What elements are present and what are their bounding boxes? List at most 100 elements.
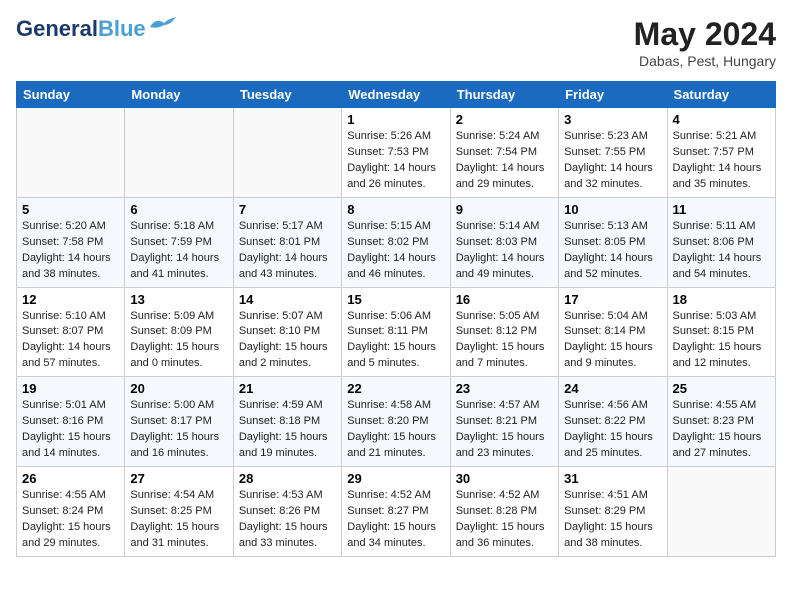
day-info: Sunrise: 4:55 AM Sunset: 8:24 PM Dayligh… (22, 488, 119, 552)
day-info: Sunrise: 4:51 AM Sunset: 8:29 PM Dayligh… (564, 488, 661, 552)
day-info: Sunrise: 4:54 AM Sunset: 8:25 PM Dayligh… (130, 488, 227, 552)
calendar-table: SundayMondayTuesdayWednesdayThursdayFrid… (16, 81, 776, 557)
day-number: 21 (239, 381, 336, 396)
day-number: 11 (673, 202, 770, 217)
calendar-cell: 17 Sunrise: 5:04 AM Sunset: 8:14 PM Dayli… (559, 287, 667, 377)
logo-blue: Blue (98, 16, 146, 42)
calendar-cell: 30 Sunrise: 4:52 AM Sunset: 8:28 PM Dayli… (450, 467, 558, 557)
calendar-cell: 8Sunrise: 5:15 AM Sunset: 8:02 PM Daylig… (342, 197, 450, 287)
calendar-cell (233, 108, 341, 198)
day-info: Sunrise: 5:26 AM Sunset: 7:53 PM Dayligh… (347, 129, 444, 193)
day-info: Sunrise: 5:23 AM Sunset: 7:55 PM Dayligh… (564, 129, 661, 193)
day-number: 14 (239, 292, 336, 307)
day-number: 15 (347, 292, 444, 307)
calendar-cell: 7 Sunrise: 5:17 AM Sunset: 8:01 PM Daylig… (233, 197, 341, 287)
day-info: Sunrise: 5:14 AM Sunset: 8:03 PM Dayligh… (456, 219, 553, 283)
title-block: May 2024 Dabas, Pest, Hungary (634, 16, 776, 69)
day-of-week-friday: Friday (559, 82, 667, 108)
calendar-cell: 12Sunrise: 5:10 AM Sunset: 8:07 PM Dayli… (17, 287, 125, 377)
calendar-cell: 28Sunrise: 4:53 AM Sunset: 8:26 PM Dayli… (233, 467, 341, 557)
day-info: Sunrise: 5:20 AM Sunset: 7:58 PM Dayligh… (22, 219, 119, 283)
calendar-cell: 20 Sunrise: 5:00 AM Sunset: 8:17 PM Dayli… (125, 377, 233, 467)
day-of-week-monday: Monday (125, 82, 233, 108)
day-number: 1 (347, 112, 444, 127)
day-info: Sunrise: 4:52 AM Sunset: 8:28 PM Dayligh… (456, 488, 553, 552)
page-header: General Blue May 2024 Dabas, Pest, Hunga… (16, 16, 776, 69)
day-info: Sunrise: 4:53 AM Sunset: 8:26 PM Dayligh… (239, 488, 336, 552)
day-info: Sunrise: 5:06 AM Sunset: 8:11 PM Dayligh… (347, 309, 444, 373)
day-info: Sunrise: 5:15 AM Sunset: 8:02 PM Dayligh… (347, 219, 444, 283)
calendar-cell: 11Sunrise: 5:11 AM Sunset: 8:06 PM Dayli… (667, 197, 775, 287)
day-number: 10 (564, 202, 661, 217)
day-of-week-thursday: Thursday (450, 82, 558, 108)
calendar-cell: 31 Sunrise: 4:51 AM Sunset: 8:29 PM Dayli… (559, 467, 667, 557)
day-of-week-tuesday: Tuesday (233, 82, 341, 108)
calendar-cell: 1 Sunrise: 5:26 AM Sunset: 7:53 PM Daylig… (342, 108, 450, 198)
day-number: 25 (673, 381, 770, 396)
logo-bird-icon (148, 15, 178, 37)
day-number: 29 (347, 471, 444, 486)
day-info: Sunrise: 4:58 AM Sunset: 8:20 PM Dayligh… (347, 398, 444, 462)
day-info: Sunrise: 5:13 AM Sunset: 8:05 PM Dayligh… (564, 219, 661, 283)
day-info: Sunrise: 5:00 AM Sunset: 8:17 PM Dayligh… (130, 398, 227, 462)
calendar-cell: 25 Sunrise: 4:55 AM Sunset: 8:23 PM Dayli… (667, 377, 775, 467)
calendar-header-row: SundayMondayTuesdayWednesdayThursdayFrid… (17, 82, 776, 108)
day-number: 30 (456, 471, 553, 486)
day-info: Sunrise: 5:17 AM Sunset: 8:01 PM Dayligh… (239, 219, 336, 283)
day-number: 17 (564, 292, 661, 307)
calendar-cell: 13Sunrise: 5:09 AM Sunset: 8:09 PM Dayli… (125, 287, 233, 377)
calendar-week-2: 5Sunrise: 5:20 AM Sunset: 7:58 PM Daylig… (17, 197, 776, 287)
day-of-week-saturday: Saturday (667, 82, 775, 108)
day-info: Sunrise: 5:04 AM Sunset: 8:14 PM Dayligh… (564, 309, 661, 373)
day-number: 4 (673, 112, 770, 127)
day-number: 20 (130, 381, 227, 396)
day-number: 2 (456, 112, 553, 127)
day-info: Sunrise: 5:10 AM Sunset: 8:07 PM Dayligh… (22, 309, 119, 373)
day-number: 18 (673, 292, 770, 307)
day-info: Sunrise: 4:52 AM Sunset: 8:27 PM Dayligh… (347, 488, 444, 552)
calendar-cell: 9 Sunrise: 5:14 AM Sunset: 8:03 PM Daylig… (450, 197, 558, 287)
day-number: 6 (130, 202, 227, 217)
day-info: Sunrise: 4:56 AM Sunset: 8:22 PM Dayligh… (564, 398, 661, 462)
calendar-cell (17, 108, 125, 198)
calendar-week-4: 19 Sunrise: 5:01 AM Sunset: 8:16 PM Dayli… (17, 377, 776, 467)
day-number: 7 (239, 202, 336, 217)
calendar-cell: 5Sunrise: 5:20 AM Sunset: 7:58 PM Daylig… (17, 197, 125, 287)
month-title: May 2024 (634, 16, 776, 53)
day-of-week-wednesday: Wednesday (342, 82, 450, 108)
day-info: Sunrise: 4:57 AM Sunset: 8:21 PM Dayligh… (456, 398, 553, 462)
calendar-cell: 21 Sunrise: 4:59 AM Sunset: 8:18 PM Dayli… (233, 377, 341, 467)
day-number: 19 (22, 381, 119, 396)
calendar-week-3: 12Sunrise: 5:10 AM Sunset: 8:07 PM Dayli… (17, 287, 776, 377)
day-number: 22 (347, 381, 444, 396)
day-number: 31 (564, 471, 661, 486)
day-info: Sunrise: 5:09 AM Sunset: 8:09 PM Dayligh… (130, 309, 227, 373)
calendar-cell: 3Sunrise: 5:23 AM Sunset: 7:55 PM Daylig… (559, 108, 667, 198)
day-number: 27 (130, 471, 227, 486)
calendar-week-1: 1 Sunrise: 5:26 AM Sunset: 7:53 PM Daylig… (17, 108, 776, 198)
day-info: Sunrise: 5:05 AM Sunset: 8:12 PM Dayligh… (456, 309, 553, 373)
calendar-cell: 4 Sunrise: 5:21 AM Sunset: 7:57 PM Daylig… (667, 108, 775, 198)
calendar-week-5: 26Sunrise: 4:55 AM Sunset: 8:24 PM Dayli… (17, 467, 776, 557)
calendar-cell: 19 Sunrise: 5:01 AM Sunset: 8:16 PM Dayli… (17, 377, 125, 467)
calendar-cell: 29 Sunrise: 4:52 AM Sunset: 8:27 PM Dayli… (342, 467, 450, 557)
location: Dabas, Pest, Hungary (634, 53, 776, 69)
day-info: Sunrise: 4:59 AM Sunset: 8:18 PM Dayligh… (239, 398, 336, 462)
day-info: Sunrise: 5:24 AM Sunset: 7:54 PM Dayligh… (456, 129, 553, 193)
calendar-cell: 22 Sunrise: 4:58 AM Sunset: 8:20 PM Dayli… (342, 377, 450, 467)
day-info: Sunrise: 5:07 AM Sunset: 8:10 PM Dayligh… (239, 309, 336, 373)
calendar-cell: 24Sunrise: 4:56 AM Sunset: 8:22 PM Dayli… (559, 377, 667, 467)
calendar-cell: 10 Sunrise: 5:13 AM Sunset: 8:05 PM Dayli… (559, 197, 667, 287)
calendar-cell (667, 467, 775, 557)
day-number: 9 (456, 202, 553, 217)
calendar-cell: 27 Sunrise: 4:54 AM Sunset: 8:25 PM Dayli… (125, 467, 233, 557)
calendar-cell: 15 Sunrise: 5:06 AM Sunset: 8:11 PM Dayli… (342, 287, 450, 377)
calendar-cell: 14 Sunrise: 5:07 AM Sunset: 8:10 PM Dayli… (233, 287, 341, 377)
day-info: Sunrise: 4:55 AM Sunset: 8:23 PM Dayligh… (673, 398, 770, 462)
calendar-cell: 6 Sunrise: 5:18 AM Sunset: 7:59 PM Daylig… (125, 197, 233, 287)
day-info: Sunrise: 5:01 AM Sunset: 8:16 PM Dayligh… (22, 398, 119, 462)
day-info: Sunrise: 5:18 AM Sunset: 7:59 PM Dayligh… (130, 219, 227, 283)
day-info: Sunrise: 5:21 AM Sunset: 7:57 PM Dayligh… (673, 129, 770, 193)
day-of-week-sunday: Sunday (17, 82, 125, 108)
day-number: 23 (456, 381, 553, 396)
